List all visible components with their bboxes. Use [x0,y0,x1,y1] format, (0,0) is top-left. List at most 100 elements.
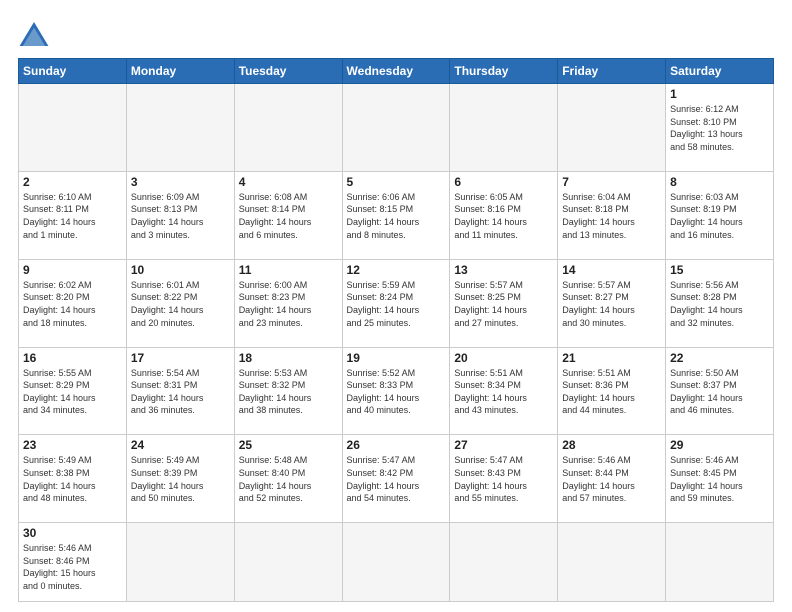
calendar-cell: 15 Sunrise: 5:56 AM Sunset: 8:28 PM Dayli… [666,259,774,347]
day-number: 8 [670,175,769,189]
day-info: Sunrise: 5:59 AM Sunset: 8:24 PM Dayligh… [347,279,446,329]
calendar-cell: 22 Sunrise: 5:50 AM Sunset: 8:37 PM Dayli… [666,347,774,435]
logo-icon [18,18,50,50]
day-info: Sunrise: 5:55 AM Sunset: 8:29 PM Dayligh… [23,367,122,417]
calendar-cell: 17 Sunrise: 5:54 AM Sunset: 8:31 PM Dayli… [126,347,234,435]
calendar-cell [234,523,342,602]
weekday-header: Saturday [666,59,774,84]
calendar-cell: 30Sunrise: 5:46 AM Sunset: 8:46 PM Dayli… [19,523,127,602]
calendar-cell: 11 Sunrise: 6:00 AM Sunset: 8:23 PM Dayli… [234,259,342,347]
day-number: 28 [562,438,661,452]
calendar-cell: 19Sunrise: 5:52 AM Sunset: 8:33 PM Dayli… [342,347,450,435]
calendar-cell [234,84,342,172]
day-number: 26 [347,438,446,452]
weekday-header: Thursday [450,59,558,84]
day-number: 12 [347,263,446,277]
calendar-cell [342,523,450,602]
calendar-cell [450,523,558,602]
page: SundayMondayTuesdayWednesdayThursdayFrid… [0,0,792,612]
day-info: Sunrise: 5:47 AM Sunset: 8:43 PM Dayligh… [454,454,553,504]
day-number: 11 [239,263,338,277]
day-info: Sunrise: 5:51 AM Sunset: 8:36 PM Dayligh… [562,367,661,417]
calendar-week-row: 30Sunrise: 5:46 AM Sunset: 8:46 PM Dayli… [19,523,774,602]
day-number: 18 [239,351,338,365]
calendar-cell: 27 Sunrise: 5:47 AM Sunset: 8:43 PM Dayli… [450,435,558,523]
calendar-cell: 14Sunrise: 5:57 AM Sunset: 8:27 PM Dayli… [558,259,666,347]
calendar-cell: 6 Sunrise: 6:05 AM Sunset: 8:16 PM Daylig… [450,171,558,259]
calendar-cell: 24 Sunrise: 5:49 AM Sunset: 8:39 PM Dayli… [126,435,234,523]
day-info: Sunrise: 5:47 AM Sunset: 8:42 PM Dayligh… [347,454,446,504]
calendar-cell: 8 Sunrise: 6:03 AM Sunset: 8:19 PM Daylig… [666,171,774,259]
day-number: 3 [131,175,230,189]
day-number: 5 [347,175,446,189]
day-info: Sunrise: 5:53 AM Sunset: 8:32 PM Dayligh… [239,367,338,417]
day-number: 15 [670,263,769,277]
header [18,18,774,50]
day-info: Sunrise: 6:00 AM Sunset: 8:23 PM Dayligh… [239,279,338,329]
day-number: 2 [23,175,122,189]
day-number: 9 [23,263,122,277]
calendar-cell: 21Sunrise: 5:51 AM Sunset: 8:36 PM Dayli… [558,347,666,435]
day-info: Sunrise: 5:54 AM Sunset: 8:31 PM Dayligh… [131,367,230,417]
day-number: 23 [23,438,122,452]
weekday-header: Friday [558,59,666,84]
day-number: 16 [23,351,122,365]
day-number: 7 [562,175,661,189]
day-info: Sunrise: 5:48 AM Sunset: 8:40 PM Dayligh… [239,454,338,504]
day-number: 29 [670,438,769,452]
day-number: 10 [131,263,230,277]
calendar-week-row: 1 Sunrise: 6:12 AM Sunset: 8:10 PM Daylig… [19,84,774,172]
calendar-cell: 16 Sunrise: 5:55 AM Sunset: 8:29 PM Dayli… [19,347,127,435]
calendar-cell [558,523,666,602]
day-number: 22 [670,351,769,365]
day-number: 24 [131,438,230,452]
calendar-cell [19,84,127,172]
calendar-cell [126,84,234,172]
day-info: Sunrise: 6:06 AM Sunset: 8:15 PM Dayligh… [347,191,446,241]
day-info: Sunrise: 5:56 AM Sunset: 8:28 PM Dayligh… [670,279,769,329]
day-info: Sunrise: 6:03 AM Sunset: 8:19 PM Dayligh… [670,191,769,241]
day-info: Sunrise: 5:57 AM Sunset: 8:27 PM Dayligh… [562,279,661,329]
day-info: Sunrise: 6:09 AM Sunset: 8:13 PM Dayligh… [131,191,230,241]
day-info: Sunrise: 5:50 AM Sunset: 8:37 PM Dayligh… [670,367,769,417]
day-info: Sunrise: 5:46 AM Sunset: 8:45 PM Dayligh… [670,454,769,504]
calendar-cell: 3 Sunrise: 6:09 AM Sunset: 8:13 PM Daylig… [126,171,234,259]
calendar-cell: 12 Sunrise: 5:59 AM Sunset: 8:24 PM Dayli… [342,259,450,347]
calendar-cell: 4Sunrise: 6:08 AM Sunset: 8:14 PM Daylig… [234,171,342,259]
calendar-cell: 10 Sunrise: 6:01 AM Sunset: 8:22 PM Dayli… [126,259,234,347]
day-number: 17 [131,351,230,365]
day-number: 19 [347,351,446,365]
day-info: Sunrise: 6:01 AM Sunset: 8:22 PM Dayligh… [131,279,230,329]
day-number: 27 [454,438,553,452]
calendar-cell: 5 Sunrise: 6:06 AM Sunset: 8:15 PM Daylig… [342,171,450,259]
weekday-header: Sunday [19,59,127,84]
day-number: 6 [454,175,553,189]
calendar-cell: 23Sunrise: 5:49 AM Sunset: 8:38 PM Dayli… [19,435,127,523]
calendar-cell: 26 Sunrise: 5:47 AM Sunset: 8:42 PM Dayli… [342,435,450,523]
calendar-cell: 9Sunrise: 6:02 AM Sunset: 8:20 PM Daylig… [19,259,127,347]
day-info: Sunrise: 5:46 AM Sunset: 8:44 PM Dayligh… [562,454,661,504]
calendar-week-row: 2 Sunrise: 6:10 AM Sunset: 8:11 PM Daylig… [19,171,774,259]
day-info: Sunrise: 6:04 AM Sunset: 8:18 PM Dayligh… [562,191,661,241]
calendar-cell: 2 Sunrise: 6:10 AM Sunset: 8:11 PM Daylig… [19,171,127,259]
day-info: Sunrise: 6:10 AM Sunset: 8:11 PM Dayligh… [23,191,122,241]
calendar-cell: 20Sunrise: 5:51 AM Sunset: 8:34 PM Dayli… [450,347,558,435]
calendar-cell [450,84,558,172]
day-info: Sunrise: 5:46 AM Sunset: 8:46 PM Dayligh… [23,542,122,592]
day-info: Sunrise: 6:05 AM Sunset: 8:16 PM Dayligh… [454,191,553,241]
weekday-header: Monday [126,59,234,84]
day-number: 1 [670,87,769,101]
calendar-week-row: 23Sunrise: 5:49 AM Sunset: 8:38 PM Dayli… [19,435,774,523]
day-info: Sunrise: 5:49 AM Sunset: 8:39 PM Dayligh… [131,454,230,504]
calendar-cell: 13Sunrise: 5:57 AM Sunset: 8:25 PM Dayli… [450,259,558,347]
calendar-cell: 28 Sunrise: 5:46 AM Sunset: 8:44 PM Dayli… [558,435,666,523]
logo [18,18,54,50]
day-number: 25 [239,438,338,452]
day-info: Sunrise: 6:08 AM Sunset: 8:14 PM Dayligh… [239,191,338,241]
calendar-cell: 1 Sunrise: 6:12 AM Sunset: 8:10 PM Daylig… [666,84,774,172]
day-info: Sunrise: 6:12 AM Sunset: 8:10 PM Dayligh… [670,103,769,153]
calendar-cell [126,523,234,602]
calendar-cell: 25 Sunrise: 5:48 AM Sunset: 8:40 PM Dayli… [234,435,342,523]
calendar-week-row: 16 Sunrise: 5:55 AM Sunset: 8:29 PM Dayli… [19,347,774,435]
calendar-header-row: SundayMondayTuesdayWednesdayThursdayFrid… [19,59,774,84]
